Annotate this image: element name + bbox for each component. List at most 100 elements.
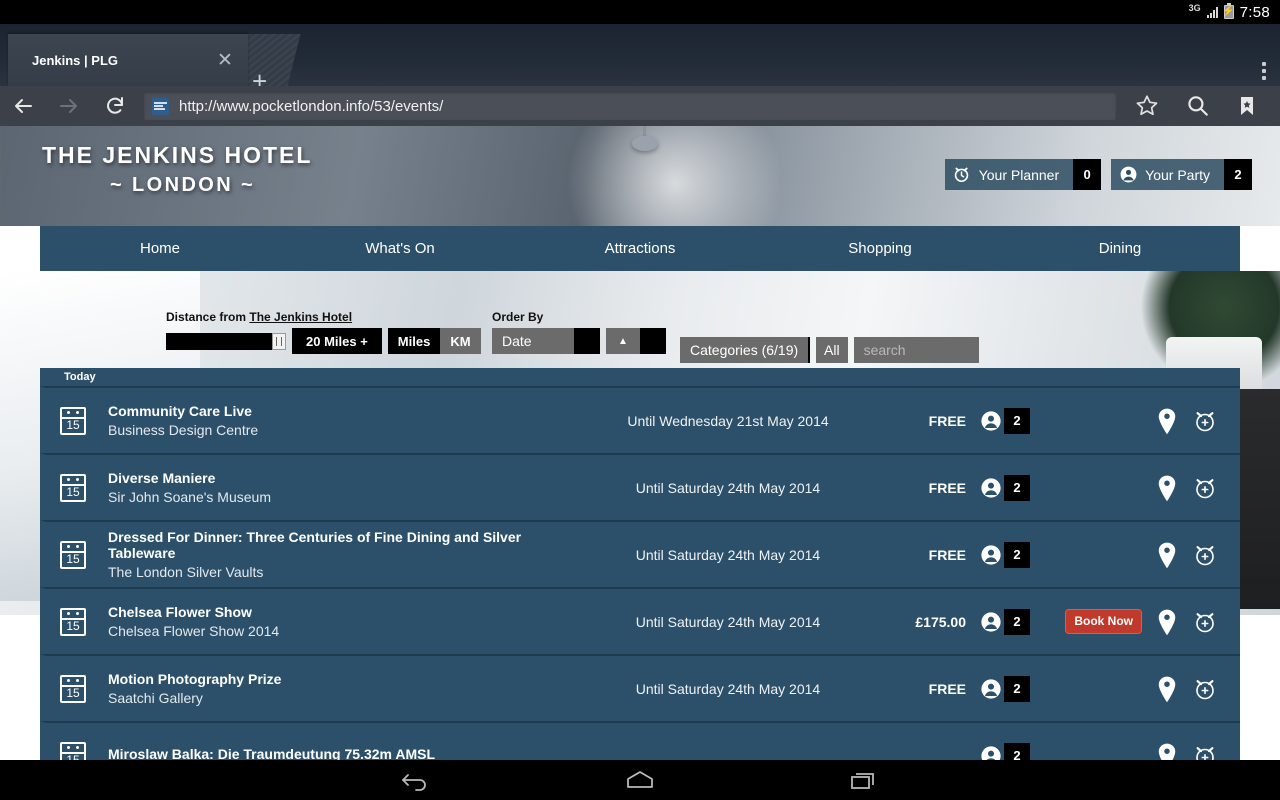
star-icon[interactable]: [1122, 86, 1172, 126]
map-pin-icon[interactable]: [1154, 607, 1180, 637]
search-input[interactable]: [853, 337, 979, 363]
event-title[interactable]: Chelsea Flower Show: [108, 604, 588, 620]
event-price: FREE: [928, 412, 966, 429]
categories-value: Categories (6/19): [690, 342, 799, 358]
categories-select[interactable]: Categories (6/19): [680, 337, 810, 363]
your-planner-button[interactable]: Your Planner 0: [944, 159, 1102, 190]
table-row[interactable]: 15 Motion Photography Prize Saatchi Gall…: [40, 654, 1240, 721]
person-icon: [978, 408, 1004, 434]
alarm-clock-plus-icon[interactable]: [1192, 674, 1218, 704]
calendar-icon: 15: [60, 741, 86, 760]
unit-km-option[interactable]: KM: [440, 328, 481, 354]
distance-prefix: Distance from: [166, 310, 250, 324]
overflow-menu-icon[interactable]: [1262, 62, 1266, 80]
back-arrow-icon[interactable]: [0, 86, 46, 126]
calendar-day: 15: [66, 551, 80, 566]
calendar-icon: 15: [60, 540, 86, 569]
nav-item-home[interactable]: Home: [40, 226, 280, 271]
forward-arrow-icon[interactable]: [46, 86, 92, 126]
url-input[interactable]: http://www.pocketlondon.info/53/events/: [144, 92, 1116, 120]
distance-value-badge: 20 Miles +: [292, 328, 382, 354]
event-info: Chelsea Flower Show Chelsea Flower Show …: [108, 604, 588, 639]
event-price: £175.00: [915, 613, 966, 630]
event-info: Dressed For Dinner: Three Centuries of F…: [108, 529, 588, 580]
close-icon[interactable]: ✕: [212, 51, 238, 70]
order-by-select[interactable]: Date: [492, 328, 600, 354]
event-info: Motion Photography Prize Saatchi Gallery: [108, 671, 588, 706]
nav-item-shopping[interactable]: Shopping: [760, 226, 1000, 271]
event-party[interactable]: 2: [978, 474, 1030, 501]
event-venue: Chelsea Flower Show 2014: [108, 623, 280, 639]
browser-tab[interactable]: Jenkins | PLG ✕: [8, 34, 248, 86]
site-hero-banner: THE JENKINS HOTEL ~ LONDON ~ Your Planne…: [0, 126, 1280, 226]
event-party[interactable]: 2: [978, 675, 1030, 702]
chevron-down-icon: [574, 328, 600, 354]
event-party[interactable]: 2: [978, 541, 1030, 568]
alarm-clock-plus-icon[interactable]: [1192, 406, 1218, 436]
event-party-count: 2: [1004, 675, 1030, 702]
bookmarks-icon[interactable]: [1222, 86, 1272, 126]
page-viewport: THE JENKINS HOTEL ~ LONDON ~ Your Planne…: [0, 126, 1280, 760]
table-row[interactable]: 15 Miroslaw Balka: Die Traumdeutung 75.3…: [40, 721, 1240, 760]
recent-apps-icon[interactable]: [847, 768, 881, 792]
nav-item-dining[interactable]: Dining: [1000, 226, 1240, 271]
alarm-clock-plus-icon[interactable]: [1192, 473, 1218, 503]
calendar-icon: 15: [60, 473, 86, 502]
event-title[interactable]: Diverse Maniere: [108, 470, 588, 486]
event-price: FREE: [928, 546, 966, 563]
tab-title: Jenkins | PLG: [32, 52, 118, 68]
person-icon: [978, 475, 1004, 501]
back-icon[interactable]: [399, 768, 433, 792]
person-icon: [1111, 159, 1145, 190]
alarm-clock-plus-icon[interactable]: [1192, 741, 1218, 760]
table-row[interactable]: 15 Community Care Live Business Design C…: [40, 386, 1240, 453]
event-date: Until Saturday 24th May 2014: [635, 546, 821, 563]
slider-handle[interactable]: [272, 332, 286, 350]
all-categories-button[interactable]: All: [816, 337, 848, 363]
sort-button-swatch: [640, 328, 666, 354]
search-icon[interactable]: [1172, 86, 1222, 126]
event-party[interactable]: 2: [978, 742, 1030, 760]
map-pin-icon[interactable]: [1154, 406, 1180, 436]
android-status-bar: 3G ⚡ 7:58: [0, 0, 1280, 24]
distance-slider[interactable]: [166, 332, 286, 350]
event-title[interactable]: Motion Photography Prize: [108, 671, 588, 687]
event-date: Until Wednesday 21st May 2014: [627, 412, 829, 429]
order-by-group: Order By Date ▲: [492, 310, 666, 354]
book-now-button[interactable]: Book Now: [1065, 608, 1142, 635]
alarm-clock-plus-icon[interactable]: [1192, 607, 1218, 637]
clock-label: 7:58: [1239, 3, 1270, 21]
event-party-count: 2: [1004, 407, 1030, 434]
event-title[interactable]: Dressed For Dinner: Three Centuries of F…: [108, 529, 588, 561]
calendar-day: 15: [66, 417, 80, 432]
event-title[interactable]: Community Care Live: [108, 403, 588, 419]
chevron-down-icon: [808, 337, 810, 363]
calendar-icon: 15: [60, 674, 86, 703]
event-party[interactable]: 2: [978, 407, 1030, 434]
site-navigation: Home What's On Attractions Shopping Dini…: [40, 226, 1240, 271]
sort-direction-button[interactable]: ▲: [606, 328, 666, 354]
unit-toggle[interactable]: Miles KM: [387, 328, 481, 354]
home-icon[interactable]: [623, 768, 657, 792]
map-pin-icon[interactable]: [1154, 540, 1180, 570]
map-pin-icon[interactable]: [1154, 741, 1180, 760]
your-party-button[interactable]: Your Party 2: [1111, 159, 1252, 190]
table-row[interactable]: 15 Chelsea Flower Show Chelsea Flower Sh…: [40, 587, 1240, 654]
event-party[interactable]: 2: [978, 608, 1030, 635]
alarm-clock-plus-icon[interactable]: [1192, 540, 1218, 570]
distance-target-link[interactable]: The Jenkins Hotel: [249, 310, 352, 324]
nav-item-attractions[interactable]: Attractions: [520, 226, 760, 271]
event-title[interactable]: Miroslaw Balka: Die Traumdeutung 75.32m …: [108, 746, 588, 760]
reload-icon[interactable]: [92, 86, 138, 126]
event-venue: Business Design Centre: [108, 422, 259, 438]
table-row[interactable]: 15 Diverse Maniere Sir John Soane's Muse…: [40, 453, 1240, 520]
table-row[interactable]: 15 Dressed For Dinner: Three Centuries o…: [40, 520, 1240, 587]
unit-miles-option[interactable]: Miles: [387, 328, 441, 354]
event-info: Diverse Maniere Sir John Soane's Museum: [108, 470, 588, 505]
header-account-pills: Your Planner 0 Your Party 2: [944, 159, 1252, 190]
event-date: Until Saturday 24th May 2014: [635, 613, 821, 630]
map-pin-icon[interactable]: [1154, 473, 1180, 503]
nav-item-whats-on[interactable]: What's On: [280, 226, 520, 271]
map-pin-icon[interactable]: [1154, 674, 1180, 704]
event-list: Today 15 Community Care Live Business De…: [40, 368, 1240, 760]
